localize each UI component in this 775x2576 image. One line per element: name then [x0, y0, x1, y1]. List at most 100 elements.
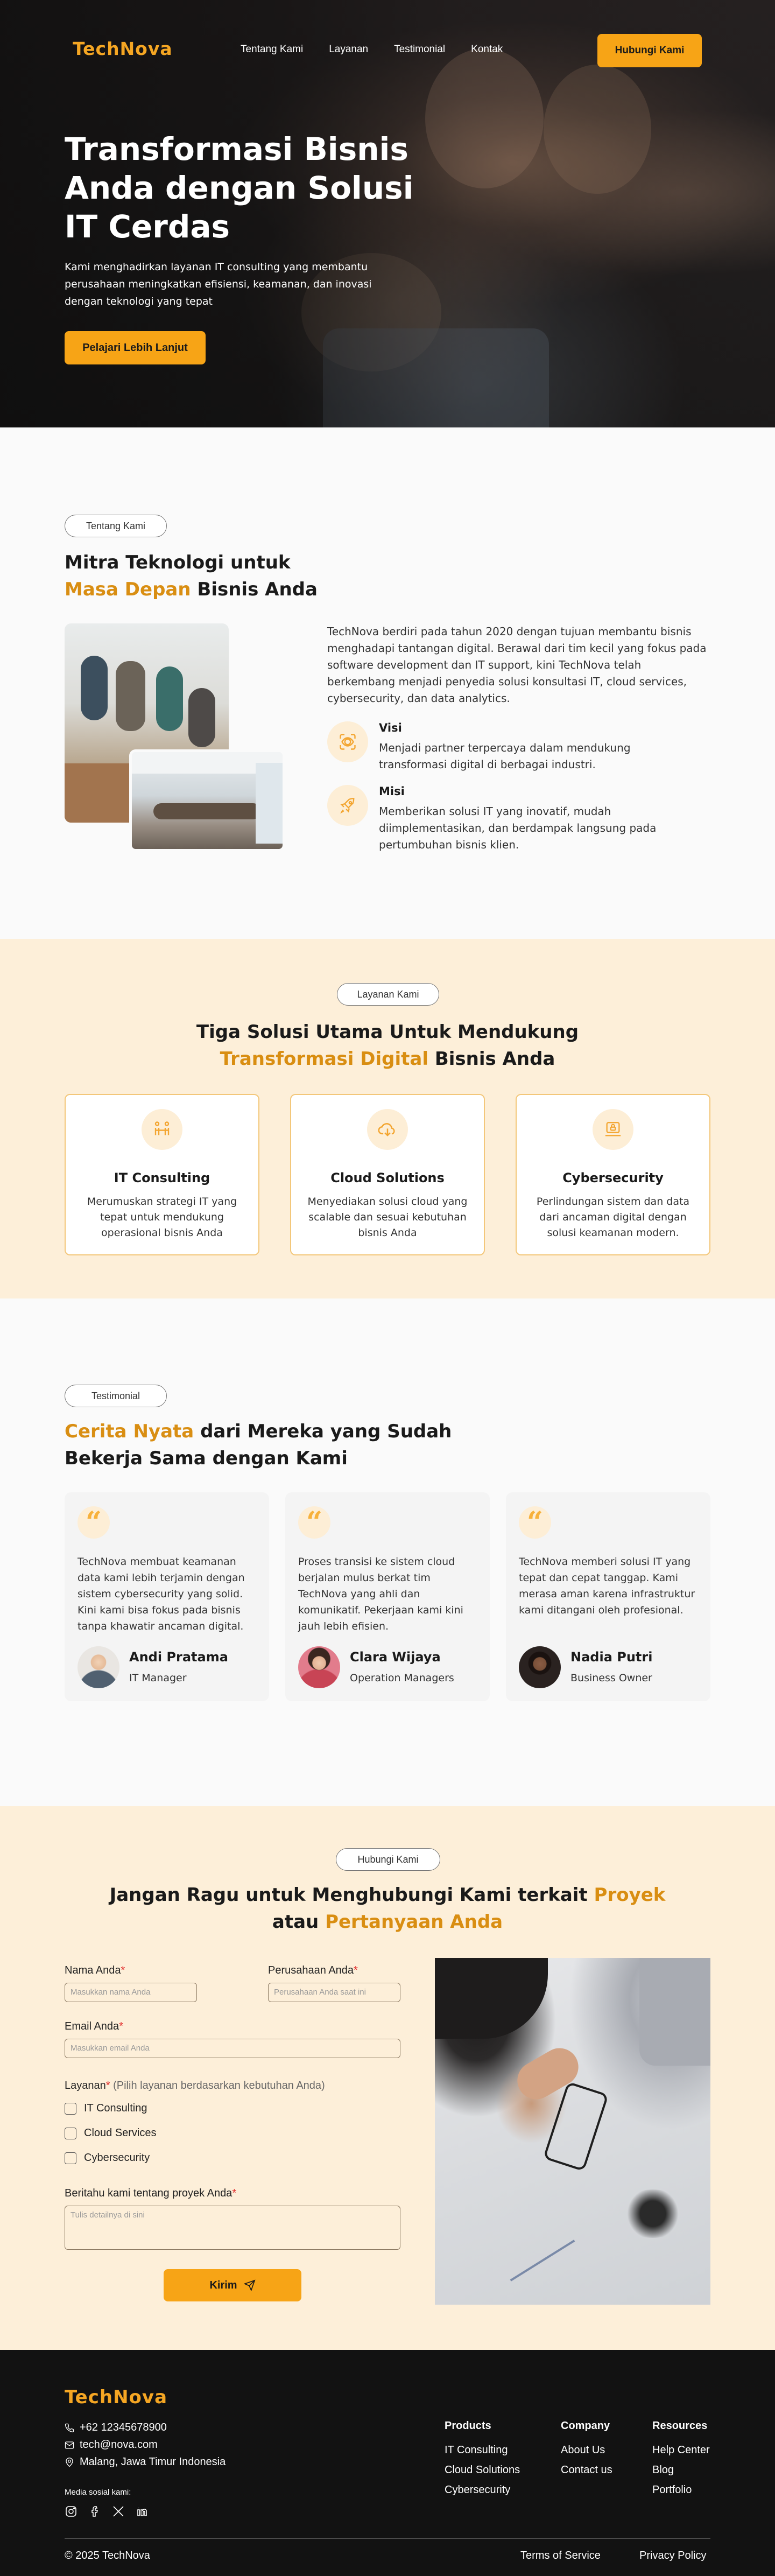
learn-more-button[interactable]: Pelajari Lebih Lanjut — [65, 331, 206, 364]
footer-link[interactable]: About Us — [561, 2444, 612, 2456]
option-it-consulting[interactable]: IT Consulting — [65, 2102, 147, 2115]
contact-title-highlight: Pertanyaan Anda — [325, 1911, 503, 1933]
quote-icon: “ — [298, 1506, 330, 1539]
service-label-text: Layanan — [65, 2080, 106, 2091]
contact-us-button[interactable]: Hubungi Kami — [597, 34, 702, 67]
company-label-text: Perusahaan Anda — [268, 1964, 354, 1976]
services-pill: Layanan Kami — [337, 983, 439, 1006]
option-label: IT Consulting — [84, 2102, 147, 2114]
hero-title: Transformasi Bisnis Anda dengan Solusi I… — [65, 131, 414, 245]
company-input[interactable]: Perusahaan Anda saat ini — [268, 1983, 400, 2002]
footer-col-title: Company — [561, 2420, 610, 2432]
footer-link[interactable]: Blog — [652, 2464, 710, 2476]
email-input[interactable]: Masukkan email Anda — [65, 2039, 400, 2058]
avatar — [298, 1646, 340, 1688]
footer-link[interactable]: Cybersecurity — [445, 2484, 520, 2496]
services-title-highlight: Transformasi Digital — [220, 1048, 428, 1070]
about-pill: Tentang Kami — [65, 515, 167, 537]
testimonials-title-highlight: Cerita Nyata — [65, 1421, 194, 1442]
meeting-room-photo — [129, 749, 285, 852]
checkbox[interactable] — [65, 2127, 76, 2139]
mission-text: Memberikan solusi IT yang inovatif, muda… — [379, 805, 657, 851]
testimonial-text: TechNova memberi solusi IT yang tepat da… — [519, 1556, 695, 1616]
footer-divider — [65, 2538, 710, 2539]
monitor-lock-icon — [593, 1109, 633, 1150]
required-mark: * — [105, 2080, 110, 2091]
about-title-line2: Masa Depan Bisnis Anda — [65, 576, 441, 603]
option-label: Cybersecurity — [84, 2152, 150, 2164]
footer-link[interactable]: IT Consulting — [445, 2444, 520, 2456]
site-footer: TechNova +62 12345678900 tech@nova.com M… — [0, 2350, 775, 2576]
footer-logo[interactable]: TechNova — [65, 2387, 167, 2408]
testimonial-card: “ Proses transisi ke sistem cloud berjal… — [285, 1492, 490, 1701]
service-hint: (Pilih layanan berdasarkan kebutuhan And… — [113, 2080, 325, 2091]
service-description: Menyediakan solusi cloud yang scalable d… — [307, 1196, 468, 1239]
send-label: Kirim — [209, 2279, 237, 2291]
handshake-photo — [435, 1958, 710, 2305]
top-navbar: TechNova Tentang Kami Layanan Testimonia… — [0, 34, 775, 67]
required-mark: * — [121, 1964, 125, 1976]
contact-section: Hubungi Kami Jangan Ragu untuk Menghubun… — [0, 1806, 775, 2350]
instagram-icon[interactable] — [65, 2505, 78, 2518]
brand-logo[interactable]: TechNova — [73, 38, 173, 59]
required-mark: * — [232, 2187, 237, 2199]
privacy-link[interactable]: Privacy Policy — [639, 2550, 706, 2562]
footer-link[interactable]: Portfolio — [652, 2484, 710, 2496]
vision-text: Menjadi partner terpercaya dalam menduku… — [379, 741, 631, 771]
mail-icon — [65, 2441, 74, 2449]
terms-link[interactable]: Terms of Service — [520, 2550, 601, 2562]
social-label: Media sosial kami: — [65, 2488, 131, 2497]
name-input[interactable]: Masukkan nama Anda — [65, 1983, 197, 2002]
facebook-icon[interactable] — [88, 2505, 101, 2518]
testimonial-role: Operation Managers — [350, 1672, 454, 1684]
testimonial-role: IT Manager — [129, 1672, 187, 1684]
footer-link[interactable]: Help Center — [652, 2444, 710, 2456]
service-card-cybersecurity[interactable]: Cybersecurity Perlindungan sistem dan da… — [516, 1094, 710, 1255]
consulting-icon — [142, 1109, 182, 1150]
contact-pill: Hubungi Kami — [336, 1848, 440, 1871]
required-mark: * — [354, 1964, 358, 1976]
footer-link[interactable]: Contact us — [561, 2464, 612, 2476]
email-label: Email Anda* — [65, 2020, 123, 2033]
service-title: Cloud Solutions — [330, 1170, 445, 1185]
x-twitter-icon[interactable] — [112, 2505, 125, 2518]
social-icons — [65, 2505, 149, 2518]
testimonial-name: Clara Wijaya — [350, 1650, 441, 1665]
message-textarea[interactable]: Tulis detailnya di sini — [65, 2206, 400, 2250]
service-description: Perlindungan sistem dan data dari ancama… — [536, 1196, 690, 1239]
option-cloud-services[interactable]: Cloud Services — [65, 2127, 157, 2139]
hero-subtitle: Kami menghadirkan layanan IT consulting … — [65, 261, 372, 307]
contact-title-highlight: Proyek — [594, 1884, 666, 1906]
message-label: Beritahu kami tentang proyek Anda* — [65, 2187, 236, 2200]
nav-links: Tentang Kami Layanan Testimonial Kontak — [241, 44, 529, 55]
option-label: Cloud Services — [84, 2127, 157, 2139]
option-cybersecurity[interactable]: Cybersecurity — [65, 2152, 150, 2164]
linkedin-icon[interactable] — [136, 2505, 149, 2518]
email-text[interactable]: tech@nova.com — [80, 2439, 158, 2451]
footer-col-title: Resources — [652, 2420, 708, 2432]
service-card-cloud-solutions[interactable]: Cloud Solutions Menyediakan solusi cloud… — [290, 1094, 485, 1255]
mission-title: Misi — [379, 785, 405, 798]
nav-link-layanan[interactable]: Layanan — [329, 44, 368, 55]
email-label-text: Email Anda — [65, 2020, 119, 2032]
service-card-it-consulting[interactable]: IT Consulting Merumuskan strategi IT yan… — [65, 1094, 259, 1255]
contact-title-line1: Jangan Ragu untuk Menghubungi Kami terka… — [65, 1882, 710, 1908]
checkbox[interactable] — [65, 2152, 76, 2164]
nav-link-tentang-kami[interactable]: Tentang Kami — [241, 44, 303, 55]
address-text: Malang, Jawa Timur Indonesia — [80, 2456, 226, 2468]
send-button[interactable]: Kirim — [164, 2269, 301, 2301]
footer-col-title: Products — [445, 2420, 491, 2432]
contact-title: Jangan Ragu untuk Menghubungi Kami terka… — [65, 1882, 710, 1935]
service-title: IT Consulting — [114, 1170, 210, 1185]
nav-link-kontak[interactable]: Kontak — [471, 44, 503, 55]
send-icon — [243, 2279, 256, 2291]
checkbox[interactable] — [65, 2102, 76, 2115]
services-section: Layanan Kami Tiga Solusi Utama Untuk Men… — [0, 939, 775, 1298]
avatar — [78, 1646, 119, 1688]
testimonials-section: Testimonial Cerita Nyata dari Mereka yan… — [0, 1298, 775, 1806]
name-label-text: Nama Anda — [65, 1964, 121, 1976]
nav-link-testimonial[interactable]: Testimonial — [394, 44, 445, 55]
contact-title-text: Jangan Ragu untuk Menghubungi Kami terka… — [109, 1884, 594, 1906]
testimonial-text: Proses transisi ke sistem cloud berjalan… — [298, 1556, 463, 1632]
footer-link[interactable]: Cloud Solutions — [445, 2464, 520, 2476]
